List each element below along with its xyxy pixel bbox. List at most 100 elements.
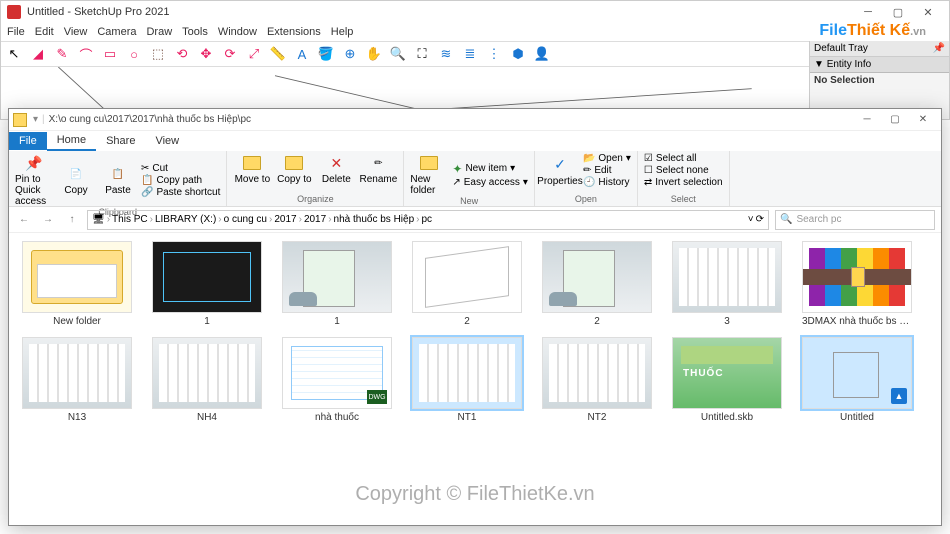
easy-access-button[interactable]: ↗Easy access ▾ — [452, 177, 528, 188]
scale-tool-icon[interactable]: ⤢ — [245, 45, 263, 63]
maximize-button[interactable]: ▢ — [883, 2, 913, 22]
rotate-tool-icon[interactable]: ⟳ — [221, 45, 239, 63]
paste-button[interactable]: 📋Paste — [99, 164, 137, 196]
properties-button[interactable]: ✓Properties — [541, 155, 579, 187]
file-tile[interactable]: 2 — [411, 241, 523, 327]
pan-tool-icon[interactable]: ✋ — [365, 45, 383, 63]
line-tool-icon[interactable]: ✎ — [53, 45, 71, 63]
zoom-extents-icon[interactable]: ⛶ — [413, 45, 431, 63]
new-item-button[interactable]: ✦New item ▾ — [452, 162, 528, 176]
tab-share[interactable]: Share — [96, 132, 145, 150]
history-button[interactable]: 🕘History — [583, 177, 631, 188]
new-folder-button[interactable]: New folder — [410, 153, 448, 196]
file-tile[interactable]: 1 — [281, 241, 393, 327]
tab-file[interactable]: File — [9, 132, 47, 150]
file-tile[interactable]: N13 — [21, 337, 133, 423]
menu-extensions[interactable]: Extensions — [267, 26, 321, 38]
refresh-icon[interactable]: ⟳ — [756, 214, 764, 225]
push-tool-icon[interactable]: ⬚ — [149, 45, 167, 63]
close-button[interactable]: ✕ — [913, 2, 943, 22]
tray-header[interactable]: Default Tray📌 — [810, 41, 949, 57]
menu-camera[interactable]: Camera — [97, 26, 136, 38]
file-tile[interactable]: DWGnhà thuốc — [281, 337, 393, 423]
select-none-button[interactable]: ☐Select none — [644, 165, 723, 176]
menu-file[interactable]: File — [7, 26, 25, 38]
back-button[interactable]: ← — [15, 211, 33, 229]
folder-icon — [13, 113, 27, 127]
explorer-close-button[interactable]: ✕ — [909, 111, 937, 129]
circle-tool-icon[interactable]: ○ — [125, 45, 143, 63]
crumb-library[interactable]: LIBRARY (X:) — [155, 214, 216, 225]
crumb-this-pc[interactable]: This PC — [112, 214, 148, 225]
warehouse-tool-icon[interactable]: ⬢ — [509, 45, 527, 63]
menu-window[interactable]: Window — [218, 26, 257, 38]
crumb-ocungcu[interactable]: o cung cu — [224, 214, 267, 225]
crumb-pc[interactable]: pc — [422, 214, 433, 225]
crumb-2017b[interactable]: 2017 — [304, 214, 326, 225]
crumb-2017a[interactable]: 2017 — [274, 214, 296, 225]
zoom-tool-icon[interactable]: 🔍 — [389, 45, 407, 63]
minimize-button[interactable]: ─ — [853, 2, 883, 22]
up-button[interactable]: ↑ — [63, 211, 81, 229]
delete-button[interactable]: ✕Delete — [317, 153, 355, 185]
menu-draw[interactable]: Draw — [146, 26, 172, 38]
menu-tools[interactable]: Tools — [182, 26, 208, 38]
outliner-tool-icon[interactable]: ⋮ — [485, 45, 503, 63]
explorer-minimize-button[interactable]: ─ — [853, 111, 881, 129]
offset-tool-icon[interactable]: ⟲ — [173, 45, 191, 63]
menu-edit[interactable]: Edit — [35, 26, 54, 38]
file-grid[interactable]: New folder112233DMAX nhà thuốc bs Hiệp N… — [9, 233, 941, 525]
move-to-button[interactable]: Move to — [233, 153, 271, 185]
explorer-nav-down-icon[interactable]: ▾ — [33, 114, 38, 125]
select-all-button[interactable]: ☑Select all — [644, 153, 723, 164]
file-tile[interactable]: NT1 — [411, 337, 523, 423]
rect-tool-icon[interactable]: ▭ — [101, 45, 119, 63]
copy-to-button[interactable]: Copy to — [275, 153, 313, 185]
pin-to-quick-access-button[interactable]: 📌Pin to Quick access — [15, 153, 53, 207]
edit-button[interactable]: ✏Edit — [583, 165, 631, 176]
menu-view[interactable]: View — [64, 26, 88, 38]
file-tile[interactable]: ▲Untitled — [801, 337, 913, 423]
file-thumbnail — [22, 337, 132, 409]
file-tile[interactable]: 3 — [671, 241, 783, 327]
file-tile[interactable]: 3DMAX nhà thuốc bs Hiệp — [801, 241, 913, 327]
ribbon-group-select: ☑Select all ☐Select none ⇄Invert selecti… — [638, 151, 730, 206]
paste-shortcut-button[interactable]: 🔗Paste shortcut — [141, 187, 220, 198]
menu-help[interactable]: Help — [331, 26, 354, 38]
forward-button[interactable]: → — [39, 211, 57, 229]
tape-tool-icon[interactable]: 📏 — [269, 45, 287, 63]
file-tile[interactable]: NH4 — [151, 337, 263, 423]
explorer-titlebar: ▾ | X:\o cung cu\2017\2017\nhà thuốc bs … — [9, 109, 941, 131]
crumb-nhathuoc[interactable]: nhà thuốc bs Hiệp — [334, 214, 415, 225]
move-tool-icon[interactable]: ✥ — [197, 45, 215, 63]
select-tool-icon[interactable]: ↖ — [5, 45, 23, 63]
copy-path-button[interactable]: 📋Copy path — [141, 175, 220, 186]
orbit-tool-icon[interactable]: ⊕ — [341, 45, 359, 63]
rename-button[interactable]: ✏Rename — [359, 153, 397, 185]
tab-view[interactable]: View — [145, 132, 189, 150]
file-label: NT2 — [588, 412, 607, 423]
search-box[interactable]: 🔍 Search pc — [775, 210, 935, 230]
arc-tool-icon[interactable]: ⌒ — [77, 45, 95, 63]
open-button[interactable]: 📂Open ▾ — [583, 153, 631, 164]
path-dropdown-icon[interactable]: ˅ — [748, 214, 754, 225]
layers-tool-icon[interactable]: ≣ — [461, 45, 479, 63]
eraser-tool-icon[interactable]: ◢ — [29, 45, 47, 63]
file-tile[interactable]: Untitled.skb — [671, 337, 783, 423]
file-tile[interactable]: 1 — [151, 241, 263, 327]
paint-tool-icon[interactable]: 🪣 — [317, 45, 335, 63]
tab-home[interactable]: Home — [47, 131, 96, 151]
cut-button[interactable]: ✂Cut — [141, 163, 220, 174]
breadcrumb[interactable]: 🖥 ›This PC ›LIBRARY (X:) ›o cung cu ›201… — [87, 210, 769, 230]
section-tool-icon[interactable]: ≋ — [437, 45, 455, 63]
tray-entity-info[interactable]: ▼ Entity Info — [810, 57, 949, 73]
file-label: nhà thuốc — [315, 412, 359, 423]
text-tool-icon[interactable]: A — [293, 45, 311, 63]
file-tile[interactable]: NT2 — [541, 337, 653, 423]
tray-pin-icon[interactable]: 📌 — [933, 43, 945, 54]
explorer-maximize-button[interactable]: ▢ — [881, 111, 909, 129]
invert-selection-button[interactable]: ⇄Invert selection — [644, 177, 723, 188]
file-tile[interactable]: 2 — [541, 241, 653, 327]
copy-button[interactable]: 📄Copy — [57, 164, 95, 196]
file-tile[interactable]: New folder — [21, 241, 133, 327]
